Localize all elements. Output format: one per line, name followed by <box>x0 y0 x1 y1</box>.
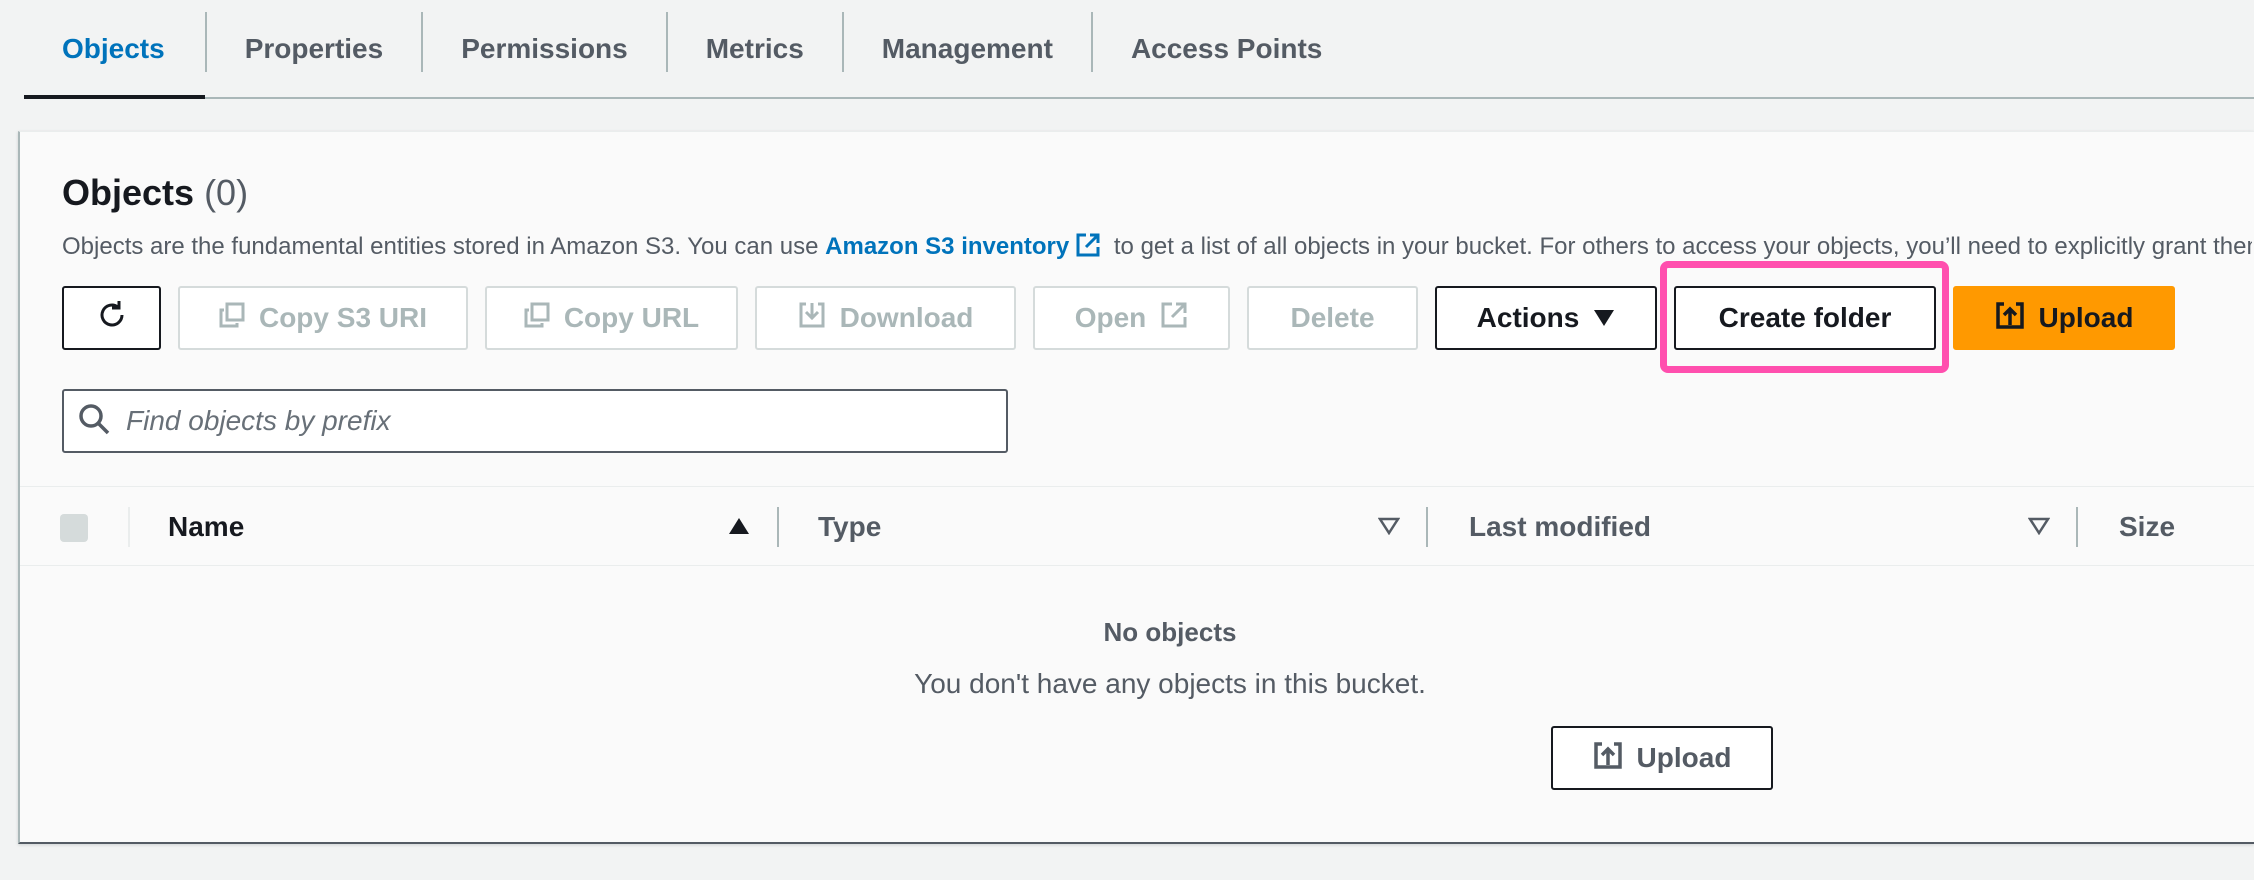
panel-title-text: Objects <box>62 172 195 213</box>
column-header-size[interactable]: Size <box>2119 511 2175 543</box>
delete-button[interactable]: Delete <box>1247 286 1418 350</box>
copy-icon <box>219 302 245 335</box>
refresh-button[interactable] <box>62 286 161 350</box>
upload-button[interactable]: Upload <box>1953 286 2175 350</box>
create-folder-label: Create folder <box>1718 302 1892 333</box>
refresh-icon <box>95 298 129 339</box>
objects-panel: Objects (0) Objects are the fundamental … <box>18 131 2254 844</box>
copy-s3-uri-button[interactable]: Copy S3 URI <box>178 286 468 350</box>
objects-table-header: Name Type Last modified Size <box>20 486 2254 566</box>
column-divider[interactable] <box>777 507 779 547</box>
empty-state-title: No objects <box>1103 617 1237 647</box>
column-divider[interactable] <box>1426 507 1428 547</box>
copy-url-button[interactable]: Copy URL <box>485 286 738 350</box>
search-input[interactable] <box>124 404 984 438</box>
empty-state-upload-button[interactable]: Upload <box>1551 726 1773 790</box>
copy-icon <box>524 302 550 335</box>
download-button[interactable]: Download <box>755 286 1016 350</box>
tab-properties[interactable]: Properties <box>207 0 422 97</box>
upload-icon <box>1995 300 2025 337</box>
tab-objects[interactable]: Objects <box>24 0 205 99</box>
s3-inventory-link[interactable]: Amazon S3 inventory <box>825 233 1069 260</box>
object-count: (0) <box>204 172 249 213</box>
sort-caret-icon[interactable] <box>2027 517 2051 540</box>
search-box <box>62 389 1008 453</box>
objects-toolbar: Copy S3 URI Copy URL Download Open Delet… <box>62 286 2192 350</box>
empty-state-description: You don't have any objects in this bucke… <box>914 668 1426 699</box>
sort-caret-icon[interactable] <box>1377 517 1401 540</box>
description-text: Objects are the fundamental entities sto… <box>62 233 819 260</box>
create-folder-button[interactable]: Create folder <box>1674 286 1936 350</box>
actions-dropdown-button[interactable]: Actions <box>1435 286 1657 350</box>
column-divider[interactable] <box>2076 507 2078 547</box>
tab-bar: Objects Properties Permissions Metrics M… <box>24 0 2254 99</box>
tab-permissions[interactable]: Permissions <box>423 0 666 97</box>
download-icon <box>798 301 826 336</box>
column-header-last-modified[interactable]: Last modified <box>1469 511 1651 543</box>
search-icon <box>78 403 110 440</box>
tab-management[interactable]: Management <box>844 0 1091 97</box>
page-title: Objects (0) <box>62 172 248 214</box>
delete-label: Delete <box>1290 302 1375 333</box>
upload-icon <box>1593 740 1623 777</box>
upload-label: Upload <box>2038 302 2134 333</box>
copy-s3-uri-label: Copy S3 URI <box>258 302 428 333</box>
open-label: Open <box>1074 302 1147 333</box>
tab-metrics[interactable]: Metrics <box>668 0 842 97</box>
panel-description: Objects are the fundamental entities sto… <box>62 232 2252 265</box>
download-label: Download <box>839 302 974 333</box>
open-button[interactable]: Open <box>1033 286 1230 350</box>
sort-ascending-icon[interactable] <box>728 517 750 540</box>
tab-access-points[interactable]: Access Points <box>1093 0 1360 97</box>
description-text-continued: to get a list of all objects in your buc… <box>1113 233 2252 260</box>
empty-state-upload-label: Upload <box>1636 742 1732 773</box>
caret-down-icon <box>1593 302 1615 334</box>
external-link-icon[interactable] <box>1075 232 1101 265</box>
column-divider <box>128 507 130 547</box>
copy-url-label: Copy URL <box>563 302 700 333</box>
column-header-name[interactable]: Name <box>168 511 244 543</box>
external-link-icon <box>1160 301 1188 336</box>
select-all-checkbox[interactable] <box>60 514 88 542</box>
actions-label: Actions <box>1476 302 1580 333</box>
column-header-type[interactable]: Type <box>818 511 881 543</box>
